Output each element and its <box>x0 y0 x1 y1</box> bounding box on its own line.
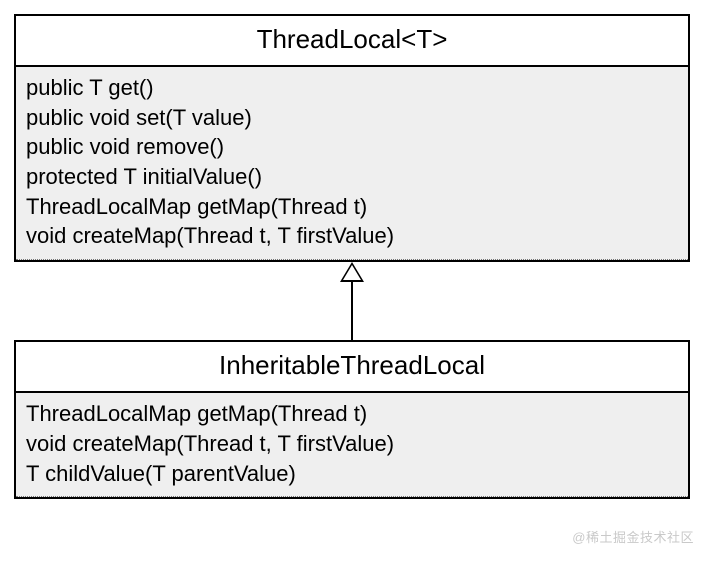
uml-class-child: InheritableThreadLocal ThreadLocalMap ge… <box>14 340 690 499</box>
arrow-line <box>351 282 353 340</box>
class-methods-child: ThreadLocalMap getMap(Thread t) void cre… <box>16 393 688 497</box>
class-name-parent: ThreadLocal<T> <box>16 16 688 67</box>
class-methods-parent: public T get() public void set(T value) … <box>16 67 688 260</box>
method-line: public void remove() <box>26 132 678 162</box>
method-line: protected T initialValue() <box>26 162 678 192</box>
method-line: void createMap(Thread t, T firstValue) <box>26 221 678 251</box>
method-line: ThreadLocalMap getMap(Thread t) <box>26 399 678 429</box>
method-line: T childValue(T parentValue) <box>26 459 678 489</box>
method-line: void createMap(Thread t, T firstValue) <box>26 429 678 459</box>
method-line: public T get() <box>26 73 678 103</box>
uml-class-parent: ThreadLocal<T> public T get() public voi… <box>14 14 690 262</box>
generalization-arrow <box>14 262 690 340</box>
method-line: ThreadLocalMap getMap(Thread t) <box>26 192 678 222</box>
class-name-child: InheritableThreadLocal <box>16 342 688 393</box>
method-line: public void set(T value) <box>26 103 678 133</box>
watermark-text: @稀土掘金技术社区 <box>572 527 694 546</box>
triangle-arrowhead-icon <box>340 262 364 282</box>
